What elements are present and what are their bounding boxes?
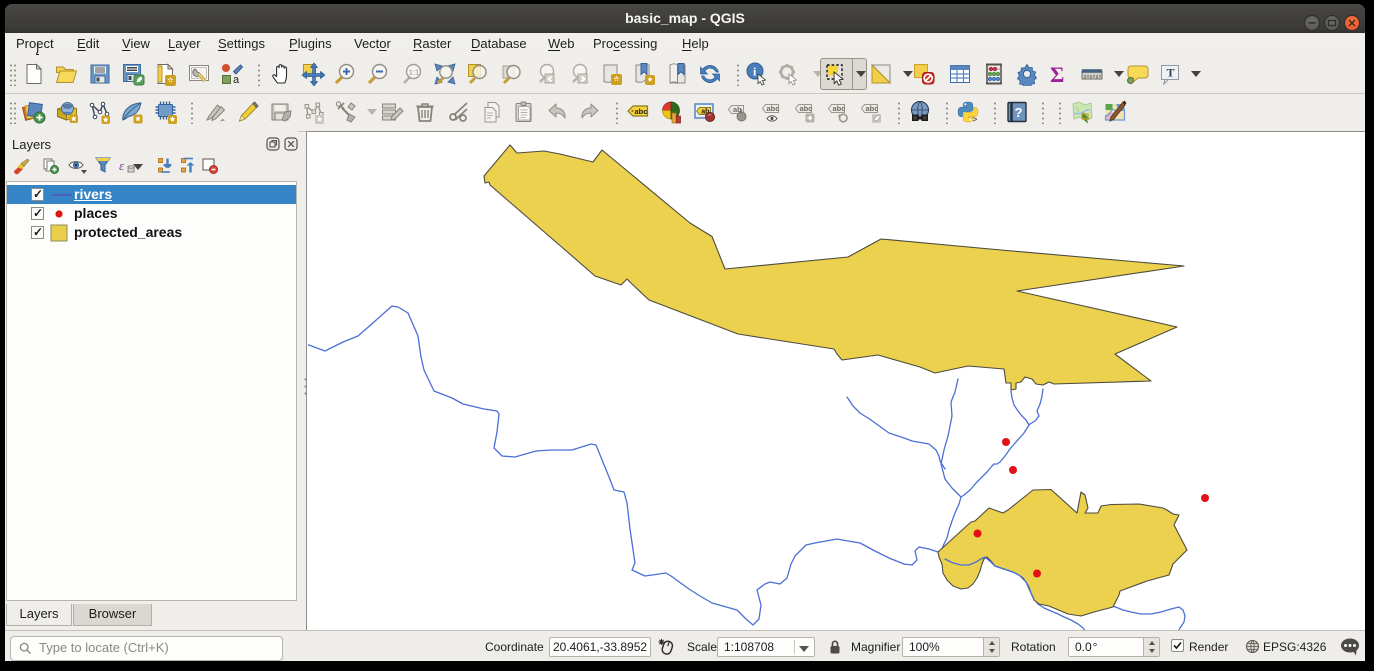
svg-text:abc: abc	[800, 104, 813, 113]
svg-text:T: T	[1167, 66, 1175, 80]
svg-text:abc: abc	[866, 104, 879, 113]
svg-text:Σ: Σ	[1050, 62, 1064, 86]
svg-text:1:1: 1:1	[409, 68, 419, 77]
svg-text:abc: abc	[635, 107, 648, 116]
svg-text:?: ?	[1015, 105, 1023, 120]
svg-text:>: >	[973, 116, 978, 124]
svg-text:abc: abc	[833, 104, 846, 113]
svg-text:ε: ε	[119, 158, 125, 173]
svg-text:a: a	[233, 74, 240, 86]
svg-text:abc: abc	[767, 104, 780, 113]
